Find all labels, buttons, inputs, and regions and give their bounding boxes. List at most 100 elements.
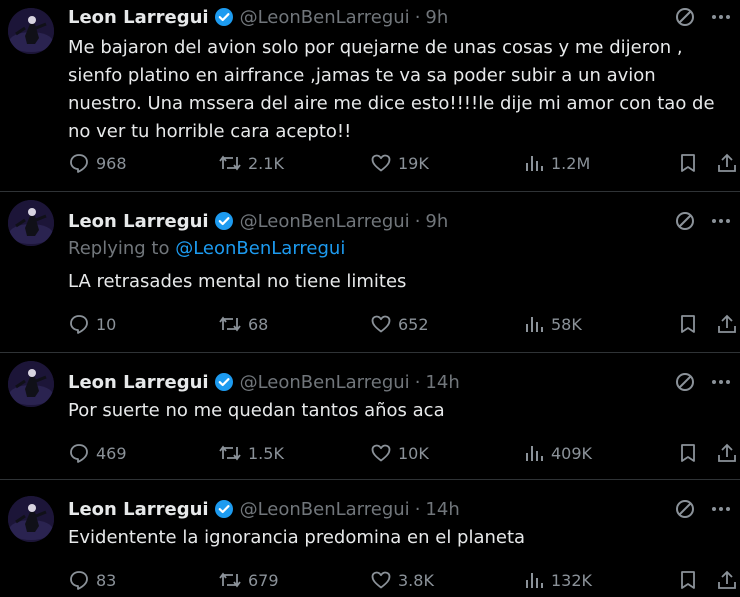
tweet-text: Me bajaron del avion solo por quejarne d… xyxy=(68,37,721,142)
repost-icon xyxy=(219,572,241,588)
share-icon xyxy=(718,443,736,462)
views-button[interactable]: 1.2M xyxy=(523,150,590,176)
author-name[interactable]: Leon Larregui xyxy=(68,7,209,28)
author-handle[interactable]: @LeonBenLarregui xyxy=(240,211,410,232)
more-icon[interactable] xyxy=(710,210,732,232)
share-button[interactable] xyxy=(716,150,738,176)
bookmark-button[interactable] xyxy=(677,440,699,466)
share-button[interactable] xyxy=(716,311,738,337)
repost-count: 1.5K xyxy=(248,443,284,463)
like-button[interactable]: 3.8K xyxy=(370,567,434,593)
reply-button[interactable]: 10 xyxy=(68,311,116,337)
separator-dot: · xyxy=(414,371,421,393)
share-icon xyxy=(718,153,736,172)
heart-icon xyxy=(371,571,391,589)
tweet[interactable]: Leon Larregui @LeonBenLarregui · 14h Evi… xyxy=(0,480,740,597)
timestamp[interactable]: 14h xyxy=(425,499,459,520)
author-handle[interactable]: @LeonBenLarregui xyxy=(240,372,410,393)
avatar[interactable] xyxy=(8,361,54,407)
tweet-header: Leon Larregui @LeonBenLarregui · 14h xyxy=(68,496,460,522)
repost-button[interactable]: 68 xyxy=(218,311,268,337)
more-icon[interactable] xyxy=(710,371,732,393)
tweet[interactable]: Leon Larregui @LeonBenLarregui · 9h Repl… xyxy=(0,192,740,353)
like-count: 3.8K xyxy=(398,570,434,590)
reply-button[interactable]: 968 xyxy=(68,150,127,176)
bookmark-button[interactable] xyxy=(677,567,699,593)
tweet-top-actions xyxy=(674,4,732,30)
reply-button[interactable]: 83 xyxy=(68,567,116,593)
views-icon xyxy=(526,156,543,171)
like-button[interactable]: 10K xyxy=(370,440,429,466)
author-handle[interactable]: @LeonBenLarregui xyxy=(240,499,410,520)
like-count: 652 xyxy=(398,314,429,334)
reply-count: 10 xyxy=(96,314,117,334)
repost-count: 2.1K xyxy=(248,153,284,173)
like-button[interactable]: 19K xyxy=(370,150,429,176)
verified-badge-icon xyxy=(214,499,234,519)
author-handle[interactable]: @LeonBenLarregui xyxy=(240,7,410,28)
timestamp[interactable]: 14h xyxy=(425,372,459,393)
separator-dot: · xyxy=(414,6,421,28)
tweet-top-actions xyxy=(674,369,732,395)
views-icon xyxy=(526,446,543,461)
grok-icon[interactable] xyxy=(674,371,696,393)
views-icon xyxy=(526,573,543,588)
bookmark-button[interactable] xyxy=(677,150,699,176)
verified-badge-icon xyxy=(214,7,234,27)
avatar[interactable] xyxy=(8,200,54,246)
author-name[interactable]: Leon Larregui xyxy=(68,211,209,232)
grok-icon[interactable] xyxy=(674,210,696,232)
bookmark-icon xyxy=(681,315,695,333)
tweet-top-actions xyxy=(674,496,732,522)
views-count: 409K xyxy=(551,443,593,463)
views-button[interactable]: 132K xyxy=(523,567,592,593)
more-icon[interactable] xyxy=(710,498,732,520)
reply-button[interactable]: 469 xyxy=(68,440,127,466)
repost-button[interactable]: 2.1K xyxy=(218,150,284,176)
author-name[interactable]: Leon Larregui xyxy=(68,499,209,520)
tweet-actions: 968 2.1K 19K 1.2M xyxy=(68,150,736,176)
avatar-image xyxy=(8,8,54,54)
heart-icon xyxy=(371,154,391,172)
views-button[interactable]: 58K xyxy=(523,311,582,337)
avatar-image xyxy=(8,200,54,246)
share-button[interactable] xyxy=(716,440,738,466)
tweet[interactable]: Leon Larregui @LeonBenLarregui · 9h Me b… xyxy=(0,0,740,192)
reply-count: 968 xyxy=(96,153,127,173)
views-icon xyxy=(526,317,543,332)
timestamp[interactable]: 9h xyxy=(425,211,448,232)
repost-icon xyxy=(219,155,241,171)
share-icon xyxy=(718,570,736,589)
author-name[interactable]: Leon Larregui xyxy=(68,372,209,393)
avatar[interactable] xyxy=(8,496,54,542)
views-count: 132K xyxy=(551,570,593,590)
avatar-image xyxy=(8,496,54,542)
avatar[interactable] xyxy=(8,8,54,54)
repost-count: 679 xyxy=(248,570,279,590)
timestamp[interactable]: 9h xyxy=(425,7,448,28)
reply-icon xyxy=(70,571,88,590)
replying-to-handle[interactable]: @LeonBenLarregui xyxy=(175,238,345,259)
grok-icon[interactable] xyxy=(674,498,696,520)
reply-icon xyxy=(70,154,88,173)
tweet-text: Por suerte no me quedan tantos años aca xyxy=(68,400,445,421)
views-button[interactable]: 409K xyxy=(523,440,592,466)
repost-icon xyxy=(219,316,241,332)
repost-button[interactable]: 1.5K xyxy=(218,440,284,466)
tweet-header: Leon Larregui @LeonBenLarregui · 9h xyxy=(68,4,448,30)
views-count: 1.2M xyxy=(551,153,591,173)
separator-dot: · xyxy=(414,210,421,232)
bookmark-icon xyxy=(681,444,695,462)
grok-icon[interactable] xyxy=(674,6,696,28)
bookmark-button[interactable] xyxy=(677,311,699,337)
tweet-header: Leon Larregui @LeonBenLarregui · 9h xyxy=(68,208,448,234)
replying-to: Replying to @LeonBenLarregui xyxy=(68,238,345,259)
tweet[interactable]: Leon Larregui @LeonBenLarregui · 14h Por… xyxy=(0,353,740,480)
avatar-image xyxy=(8,361,54,407)
more-icon[interactable] xyxy=(710,6,732,28)
like-button[interactable]: 652 xyxy=(370,311,429,337)
like-count: 19K xyxy=(398,153,429,173)
repost-button[interactable]: 679 xyxy=(218,567,279,593)
share-button[interactable] xyxy=(716,567,738,593)
reply-count: 469 xyxy=(96,443,127,463)
